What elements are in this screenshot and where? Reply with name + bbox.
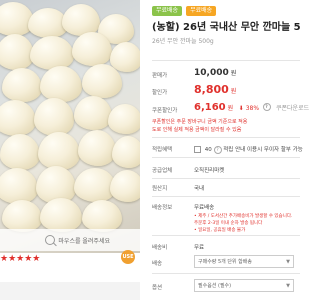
shipping-info-label: 배송정보 [152,205,173,211]
shipping-desc: • 일요일, 공휴일 배송 불가 [194,228,246,233]
list-price: 10,000 원 [194,68,237,78]
points-value: 40 [204,147,212,153]
points-desc: 이용시 무이자 할부 가능 [247,147,303,153]
product-image[interactable]: 마우스를 올려주세요 [0,0,140,253]
coupon-price-label: 쿠폰할인가 [152,108,178,114]
free-shipping-badge: 무료배송 [186,6,217,16]
divider [152,178,300,179]
coupon-rate: 38% [245,105,260,112]
coupon-price-value: 6,160 [194,102,226,113]
garlic-clove [2,200,42,232]
info-icon[interactable]: ? [262,103,271,111]
garlic-clove [0,134,40,170]
rating-badge: USE [121,250,135,264]
delivery-select-value: 구매수량 5개 단위 합배송 [198,259,252,265]
list-price-label: 판매가 [152,73,168,79]
coupon-desc: 쿠폰할인은 주문 장바구니 금액 기준으로 적용 [152,119,248,125]
chevron-down-icon: ▼ [286,259,290,265]
garlic-clove [34,98,74,136]
points-row: 40 ? 적립 안내 이용시 무이자 할부 가능 [194,145,303,154]
list-price-value: 10,000 [194,68,229,78]
coupon-desc: 도로 인해 실제 적용 금액이 달라질 수 있음 [152,127,242,133]
divider [152,273,300,274]
garlic-clove [74,96,112,130]
sale-price-value: 8,800 [194,83,229,96]
chevron-down-icon: ▼ [286,283,290,289]
shipping-desc: • 제주 / 도서산간 추가배송비가 발생할 수 있습니다. [194,214,293,219]
zoom-hint: 마우스를 올려주세요 [0,229,140,251]
shipping-desc: 주문후 2-3일 이내 순차 발송 됩니다 [194,221,263,226]
option-select-value: 필수옵션 (필수) [198,283,232,289]
points-checkbox[interactable] [194,146,201,153]
garlic-clove [40,198,82,232]
garlic-clove [110,170,140,202]
points-note: 적립 안내 [223,147,246,153]
divider [152,60,300,61]
supplier-label: 공급업체 [152,168,173,174]
delivery-select[interactable]: 구매수량 5개 단위 합배송 ▼ [194,255,294,268]
badge-row: 무료배송 무료배송 [152,6,217,16]
garlic-clove [72,32,112,66]
divider [152,235,300,236]
rating-stars: ★★★★★ [0,254,41,264]
garlic-clove [78,130,116,166]
garlic-clove [2,68,42,102]
garlic-clove [40,66,82,102]
garlic-clove [82,200,122,232]
divider [152,196,300,197]
delivery-label: 배송 [152,261,163,267]
product-subtitle: 26년 무안 깐마늘 500g [152,38,214,45]
thumbnail-strip [0,282,140,300]
option-label: 옵션 [152,285,163,291]
origin-value: 국내 [194,186,205,192]
sale-price: 8,800 원 [194,83,237,96]
shipping-fee-label: 배송비 [152,245,168,251]
zoom-hint-text: 마우스를 올려주세요 [58,237,110,245]
garlic-clove [108,104,140,134]
magnifier-icon [45,235,56,245]
garlic-clove [38,132,80,170]
divider [152,137,300,138]
coupon-download-link[interactable]: 쿠폰다운로드 [276,105,309,112]
shipping-fee-value: 무료 [194,245,205,251]
product-title: (농할) 26년 국내산 무안 깐마늘 5 [152,22,301,33]
option-select[interactable]: 필수옵션 (필수) ▼ [194,279,294,292]
garlic-clove [30,36,74,70]
free-shipping-badge: 무료배송 [152,6,183,16]
divider [152,157,300,158]
origin-label: 원산지 [152,186,168,192]
sale-price-label: 할인가 [152,90,168,96]
garlic-clove [82,64,122,98]
coupon-rate-arrow-icon: ⬇ [238,105,244,112]
coupon-price: 6,160 원 ⬇ 38% ? 쿠폰다운로드 [194,102,310,113]
garlic-clove [112,136,140,168]
points-label: 적립혜택 [152,147,173,153]
supplier-value: 오직진리마켓 [194,168,225,174]
shipping-info-value: 무료배송 [194,205,215,211]
info-icon[interactable]: ? [213,145,222,154]
